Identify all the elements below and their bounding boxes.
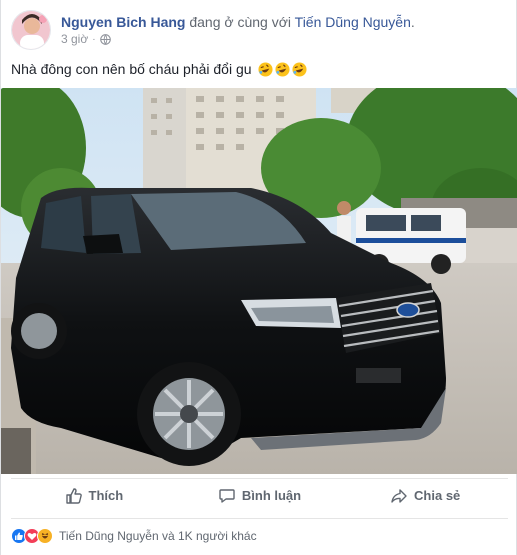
post-meta: 3 giờ · <box>61 32 111 46</box>
facebook-post: Nguyen Bich Hang đang ở cùng với Tiến Dũ… <box>0 0 517 555</box>
action-bar: Thích Bình luận Chia sẻ <box>11 478 508 512</box>
caption-text: Nhà đông con nên bố cháu phải đổi gu <box>11 61 252 77</box>
avatar[interactable] <box>11 10 51 50</box>
reaction-icons <box>11 527 53 544</box>
post-time[interactable]: 3 giờ <box>61 32 88 46</box>
rofl-emoji <box>258 62 273 77</box>
post-header: Nguyen Bich Hang đang ở cùng với Tiến Dũ… <box>11 10 508 52</box>
like-label: Thích <box>88 488 124 503</box>
haha-reaction-icon <box>37 527 53 544</box>
share-icon <box>391 488 407 503</box>
comment-button[interactable]: Bình luận <box>177 479 343 512</box>
share-label: Chia sẻ <box>414 488 461 503</box>
reactions-summary[interactable]: Tiến Dũng Nguyễn và 1K người khác <box>11 518 508 548</box>
thumbs-up-icon <box>65 487 82 504</box>
globe-icon[interactable] <box>99 33 111 45</box>
meta-separator: · <box>92 33 96 45</box>
like-button[interactable]: Thích <box>11 479 177 512</box>
comment-icon <box>219 488 235 503</box>
with-text: đang ở cùng với <box>189 14 292 30</box>
comment-label: Bình luận <box>241 488 302 503</box>
rofl-emoji <box>292 62 307 77</box>
author-line: Nguyen Bich Hang đang ở cùng với Tiến Dũ… <box>61 13 415 31</box>
post-photo[interactable] <box>1 88 517 474</box>
tagged-person[interactable]: Tiến Dũng Nguyễn <box>295 14 411 30</box>
period: . <box>410 14 415 30</box>
rofl-emoji <box>275 62 290 77</box>
share-button[interactable]: Chia sẻ <box>342 479 508 512</box>
reactions-text[interactable]: Tiến Dũng Nguyễn và 1K người khác <box>59 529 257 543</box>
post-caption: Nhà đông con nên bố cháu phải đổi gu <box>11 60 307 79</box>
author-name[interactable]: Nguyen Bich Hang <box>61 14 185 30</box>
